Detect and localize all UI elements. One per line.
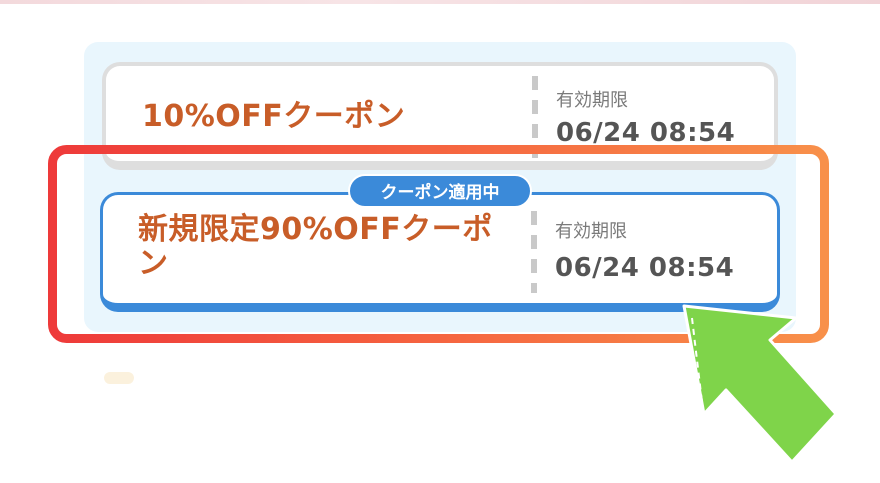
arrow-pointer-icon bbox=[682, 304, 838, 464]
coupon-screen: 10%OFFクーポン 有効期限 06/24 08:54 新規限定90%OFFクー… bbox=[0, 0, 880, 483]
coupon-title: 新規限定90%OFFクーポン bbox=[138, 212, 493, 281]
dashed-divider bbox=[531, 211, 537, 293]
coupon-card-new-90-off[interactable]: 新規限定90%OFFクーポン 有効期限 06/24 08:54 bbox=[100, 192, 780, 312]
top-edge-strip bbox=[0, 0, 880, 4]
expiry-label: 有効期限 bbox=[556, 90, 628, 111]
expiry-label: 有効期限 bbox=[555, 221, 627, 242]
dashed-divider bbox=[532, 76, 538, 158]
coupon-applied-badge: クーポン適用中 bbox=[348, 174, 532, 208]
expiry-value: 06/24 08:54 bbox=[555, 253, 735, 283]
coupon-title: 10%OFFクーポン bbox=[142, 99, 406, 134]
faint-decoration bbox=[104, 372, 134, 384]
coupon-card-10-off[interactable]: 10%OFFクーポン 有効期限 06/24 08:54 bbox=[102, 62, 778, 170]
expiry-value: 06/24 08:54 bbox=[556, 118, 736, 148]
